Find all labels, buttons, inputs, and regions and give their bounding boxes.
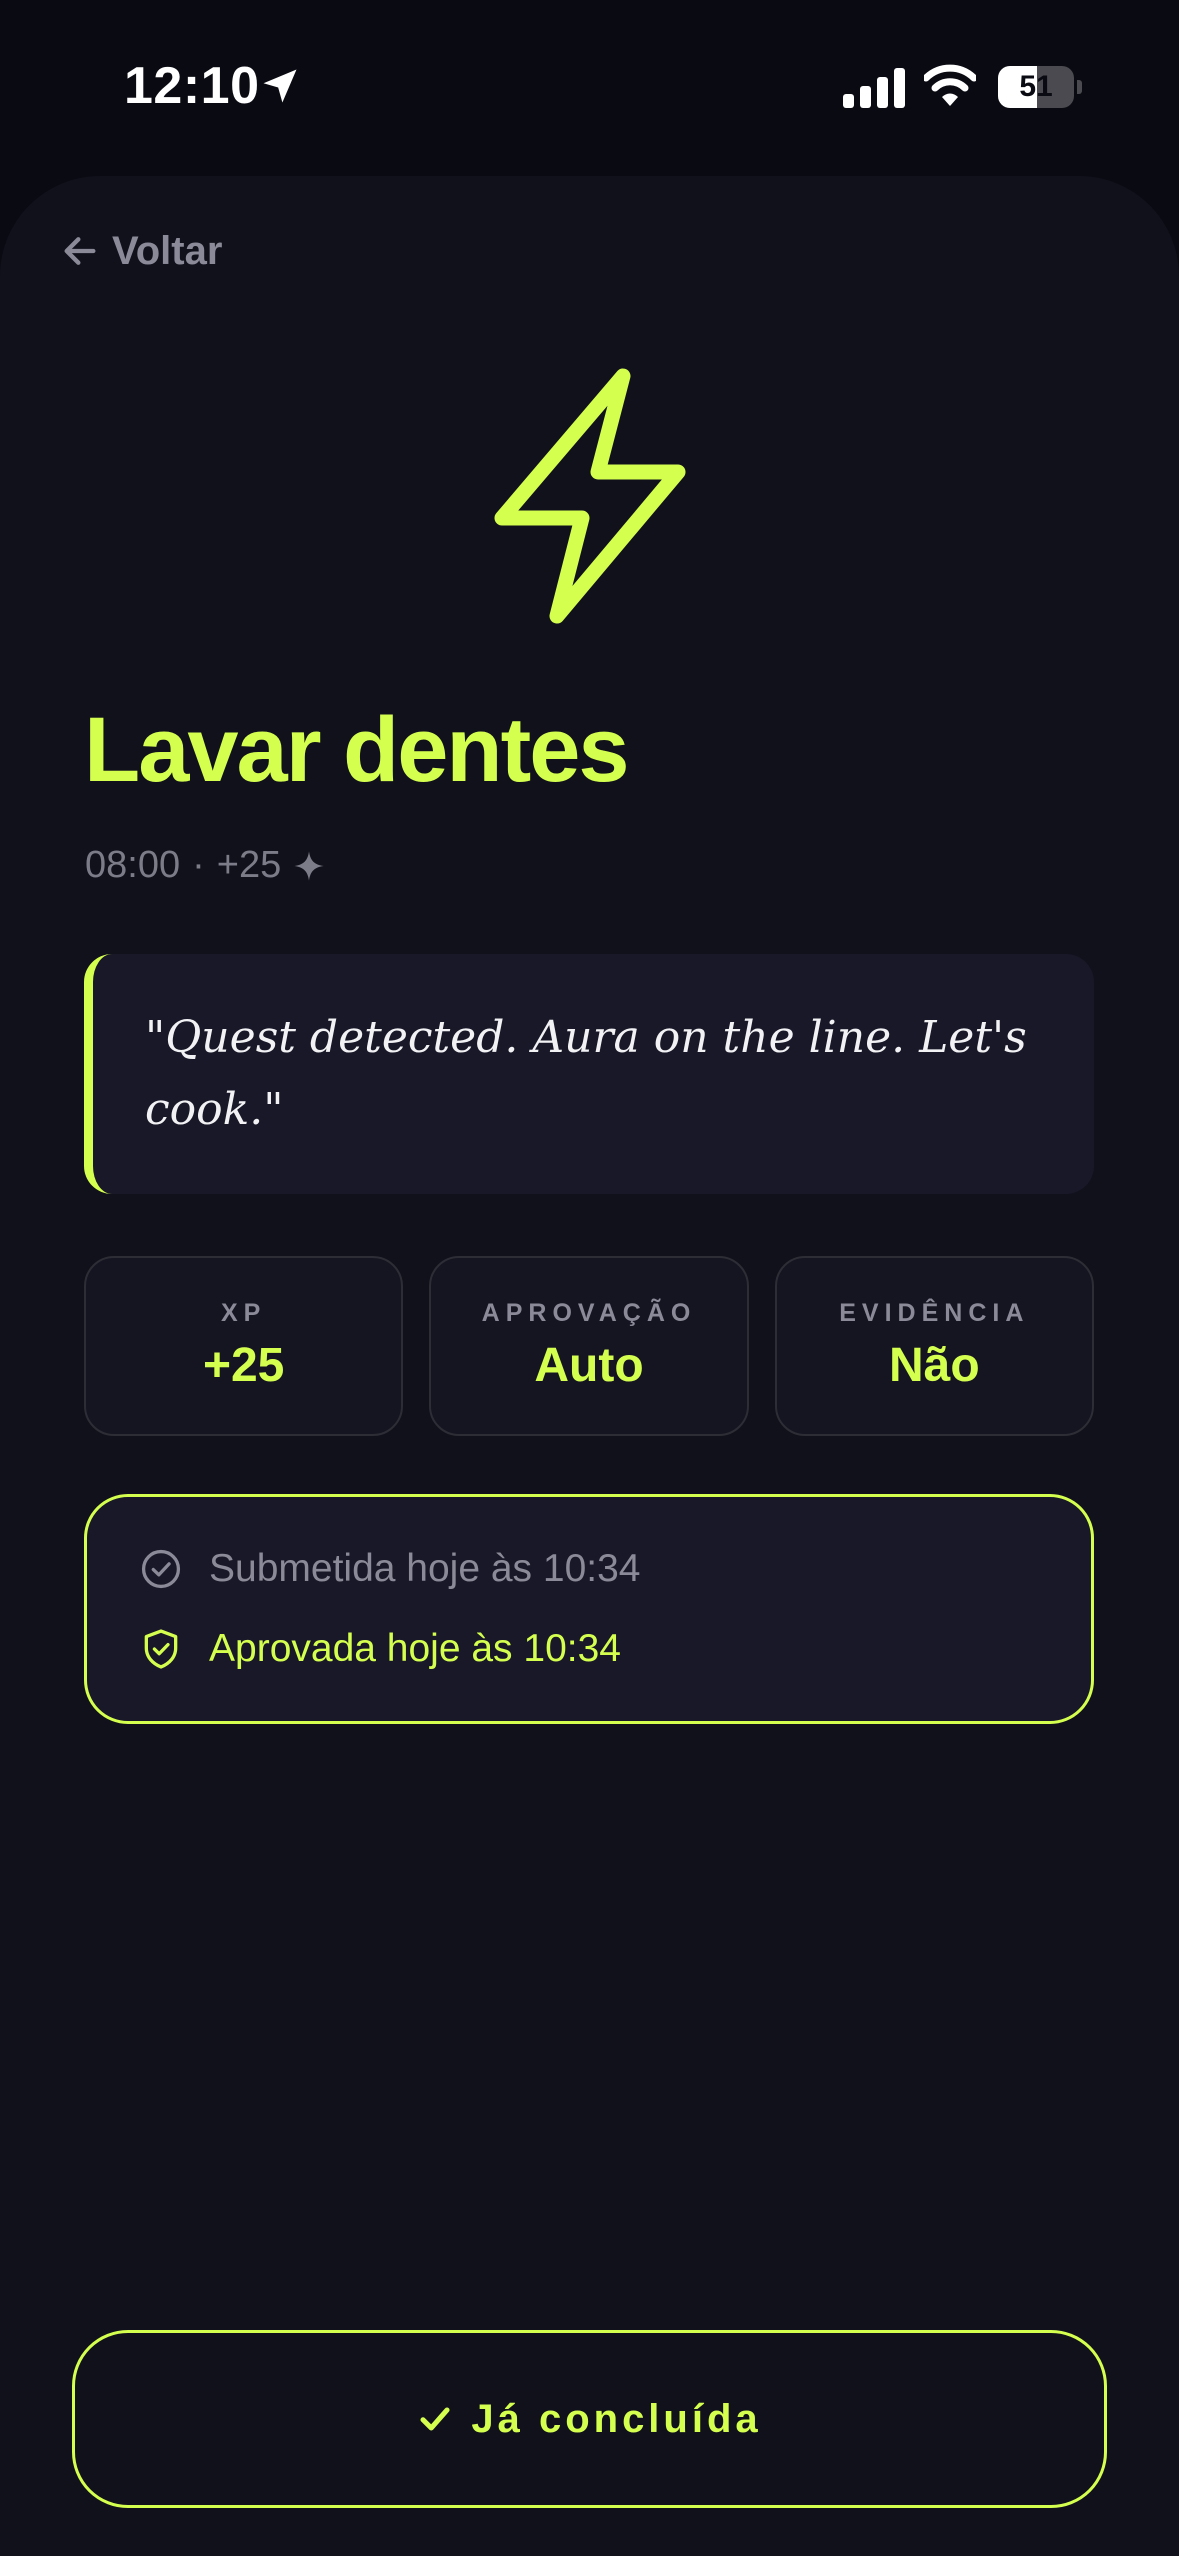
wifi-icon <box>924 64 976 106</box>
stat-value: Auto <box>534 1339 644 1392</box>
quest-meta: 08:00 · +25 <box>85 844 325 887</box>
arrow-left-icon <box>64 237 96 265</box>
shield-check-icon <box>144 1629 178 1669</box>
quest-detail-sheet: Voltar Lavar dentes 08:00 · +25 "Quest d… <box>0 176 1179 2556</box>
history-submitted-row: Submetida hoje às 10:34 <box>139 1541 1091 1597</box>
meta-separator: · <box>192 844 205 886</box>
completed-button-label: Já concluída <box>471 2396 762 2441</box>
back-label: Voltar <box>112 228 223 273</box>
history-submitted-text: Submetida hoje às 10:34 <box>209 1547 641 1590</box>
quest-quote-card: "Quest detected. Aura on the line. Let's… <box>84 954 1094 1194</box>
status-time: 12:10 <box>124 57 260 115</box>
stat-label: APROVAÇÃO <box>481 1299 697 1327</box>
history-approved-row: Aprovada hoje às 10:34 <box>139 1621 1091 1677</box>
battery-level: 51 <box>1019 70 1053 103</box>
location-arrow-icon <box>263 69 297 103</box>
checkmark-icon <box>420 2407 450 2431</box>
stat-value: +25 <box>202 1339 285 1392</box>
stat-card-approval: APROVAÇÃO Auto <box>429 1256 749 1436</box>
stat-label: XP <box>220 1299 267 1327</box>
stat-card-xp: XP +25 <box>84 1256 404 1436</box>
lightning-bolt-icon <box>494 368 686 624</box>
status-bar: 12:10 51 <box>0 0 1179 176</box>
quest-time: 08:00 <box>85 844 181 886</box>
history-approved-text: Aprovada hoje às 10:34 <box>209 1627 621 1670</box>
check-circle-icon <box>141 1549 181 1589</box>
cellular-signal-icon <box>843 68 905 108</box>
quest-history-card: Submetida hoje às 10:34 Aprovada hoje às… <box>84 1494 1094 1724</box>
battery-icon: 51 <box>998 66 1082 108</box>
quest-title: Lavar dentes <box>84 699 630 801</box>
back-button[interactable]: Voltar <box>60 226 222 276</box>
stat-value: Não <box>888 1339 980 1392</box>
quest-quote: "Quest detected. Aura on the line. Let's… <box>145 1012 1027 1135</box>
stat-card-evidence: EVIDÊNCIA Não <box>774 1256 1094 1436</box>
sparkle-icon <box>294 850 324 881</box>
quest-stats: XP +25 APROVAÇÃO Auto EVIDÊNCIA Não <box>84 1256 1094 1436</box>
completed-button[interactable]: Já concluída <box>72 2330 1107 2508</box>
stat-label: EVIDÊNCIA <box>839 1299 1030 1327</box>
quest-reward: +25 <box>216 844 282 886</box>
